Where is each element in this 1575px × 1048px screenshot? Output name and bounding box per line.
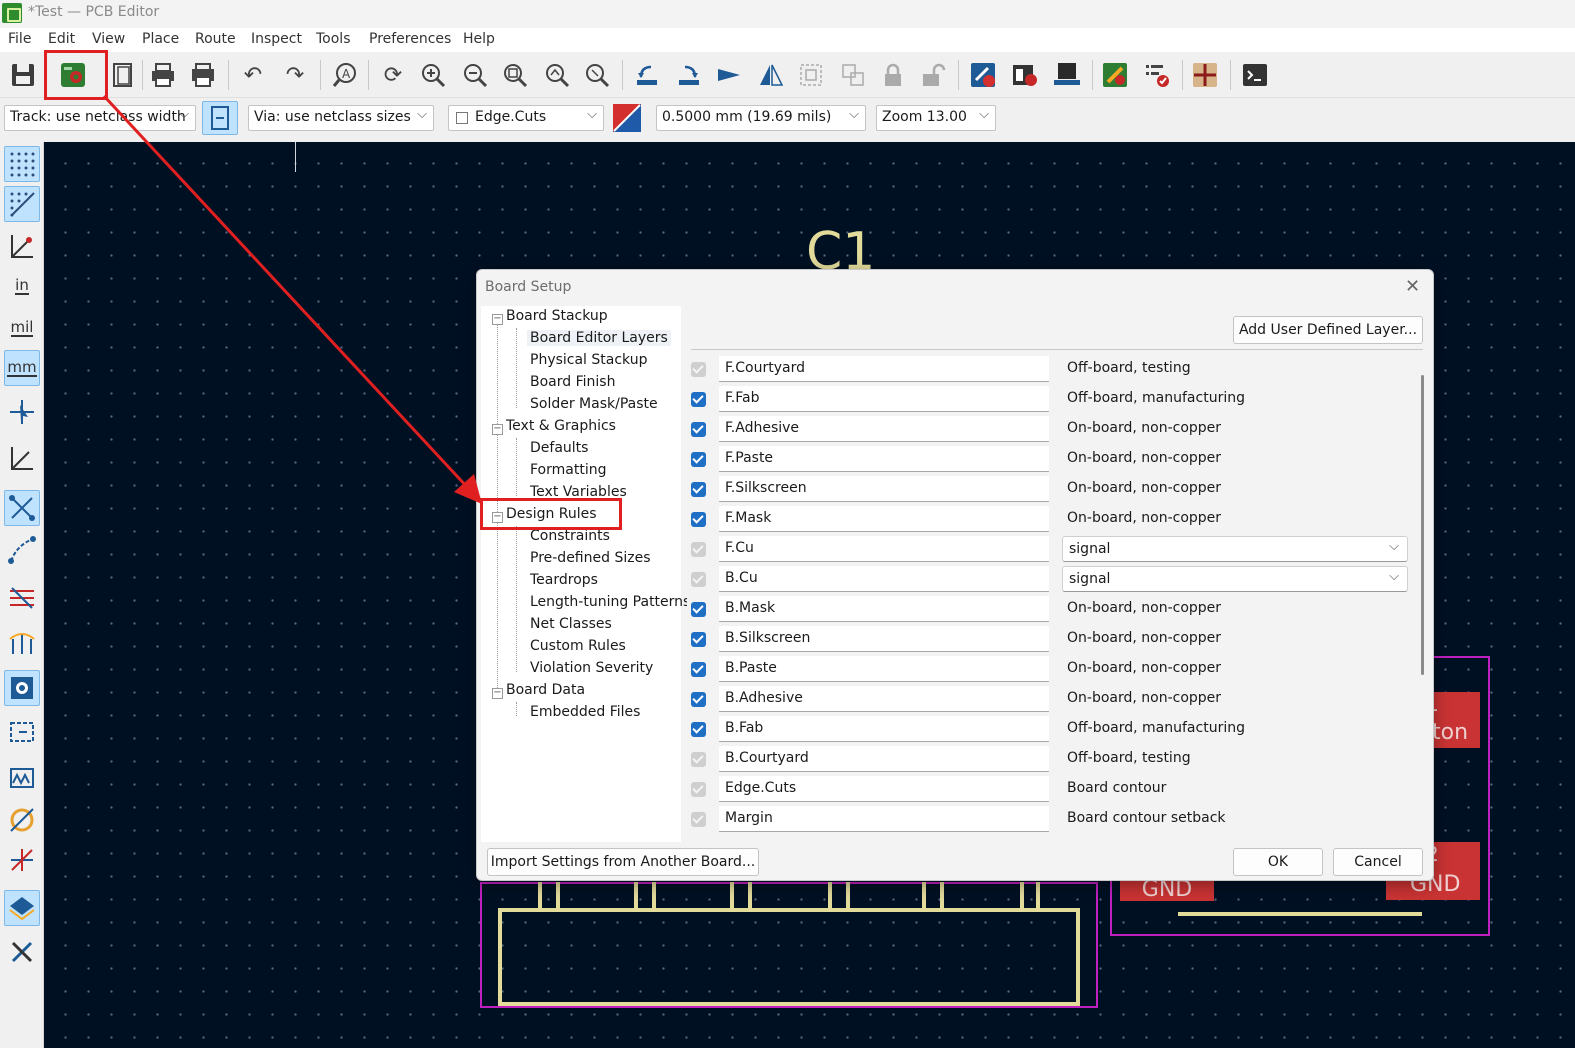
- annotation-arrow: [102, 94, 482, 504]
